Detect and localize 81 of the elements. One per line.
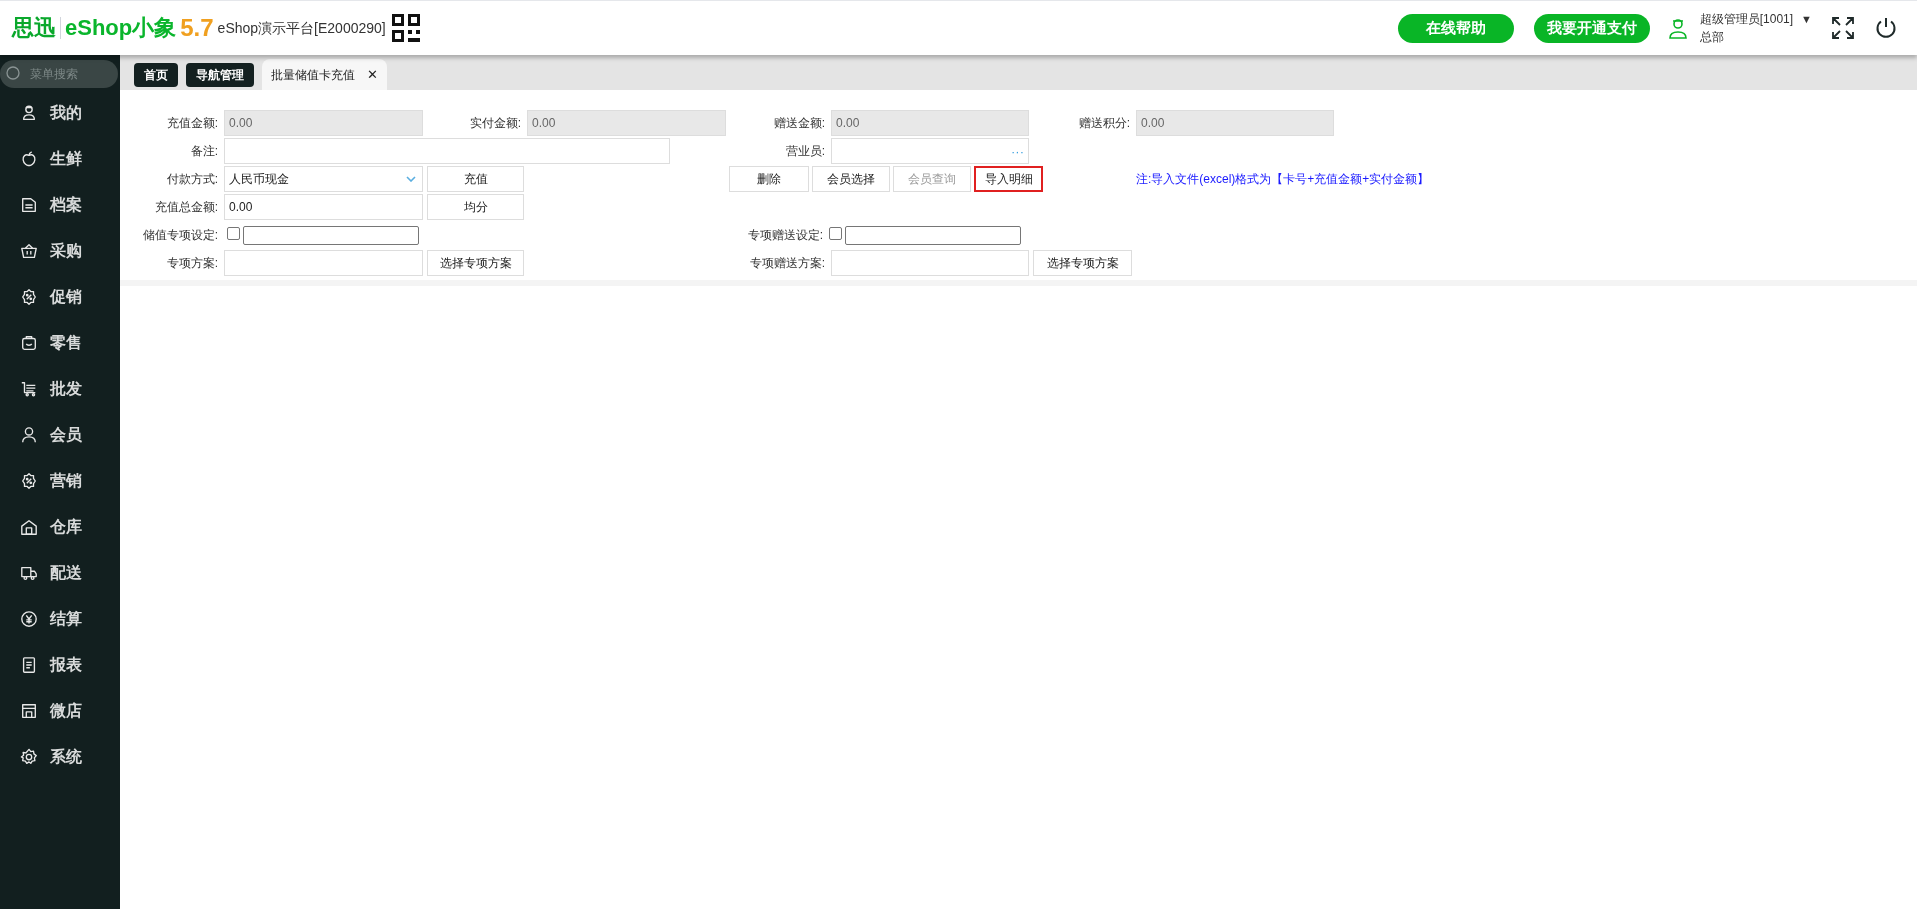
product-logo: eShop小象 — [64, 17, 177, 39]
user-icon — [20, 426, 38, 444]
close-icon[interactable]: ✕ — [367, 64, 378, 85]
menu-item[interactable]: 采购 — [0, 228, 120, 274]
field-label: 专项赠送方案: — [748, 255, 826, 272]
yen-icon — [20, 610, 38, 628]
readonly-field: 0.00 — [224, 110, 423, 136]
discount-icon — [20, 288, 38, 306]
field-label: 充值金额: — [165, 115, 219, 132]
menu-item[interactable]: 仓库 — [0, 504, 120, 550]
payment-method-select[interactable]: 人民币现金 — [224, 166, 423, 192]
total-amount-field[interactable]: 0.00 — [224, 194, 423, 220]
checkbox[interactable] — [227, 226, 240, 240]
field-label: 营业员: — [784, 143, 826, 160]
menu-item[interactable]: 配送 — [0, 550, 120, 596]
bag-icon — [20, 334, 38, 352]
shop-icon — [20, 702, 38, 720]
field-label: 储值专项设定: — [141, 227, 219, 244]
field-label: 备注: — [189, 143, 219, 160]
form-button[interactable]: 选择专项方案 — [427, 250, 524, 276]
fullscreen-icon[interactable] — [1832, 17, 1854, 39]
power-icon[interactable] — [1875, 17, 1897, 39]
field-label: 付款方式: — [165, 171, 219, 188]
checkbox[interactable] — [829, 226, 842, 240]
menu-item[interactable]: 批发 — [0, 366, 120, 412]
field-label: 专项赠送设定: — [746, 227, 824, 244]
menu-item[interactable]: 报表 — [0, 642, 120, 688]
field-label: 专项方案: — [165, 255, 219, 272]
tab[interactable]: 导航管理 — [186, 63, 254, 87]
truck-icon — [20, 564, 38, 582]
menu-item[interactable]: 生鲜 — [0, 136, 120, 182]
chevron-down-icon — [406, 176, 416, 182]
menu-item[interactable]: 结算 — [0, 596, 120, 642]
input-field[interactable] — [243, 225, 419, 245]
form-button[interactable]: 会员选择 — [812, 166, 890, 192]
document-icon — [20, 656, 38, 674]
tab[interactable]: 首页 — [134, 63, 178, 87]
import-note: 注:导入文件(excel)格式为【卡号+充值金额+实付金额】 — [1136, 171, 1430, 188]
input-field[interactable] — [845, 225, 1021, 245]
form-button[interactable]: 充值 — [427, 166, 524, 192]
menu-item[interactable]: 营销 — [0, 458, 120, 504]
brand-logo: 思迅 — [12, 17, 61, 39]
document-icon — [20, 196, 38, 214]
menu-search-field[interactable]: 菜单搜索 — [0, 60, 118, 88]
readonly-field: 0.00 — [1136, 110, 1334, 136]
field-label: 赠送金额: — [772, 115, 826, 132]
field-label: 充值总金额: — [153, 199, 219, 216]
form-button[interactable]: 删除 — [729, 166, 809, 192]
plan-field[interactable] — [224, 250, 423, 276]
organization-name: 总部 — [1699, 29, 1725, 46]
tab[interactable]: 批量储值卡充值 ✕ — [262, 59, 387, 90]
user-avatar-icon — [1667, 17, 1688, 39]
field-label: 实付金额: — [468, 115, 522, 132]
remark-field[interactable] — [224, 138, 670, 164]
menu-item[interactable]: 档案 — [0, 182, 120, 228]
plan-field[interactable] — [831, 250, 1029, 276]
form-button[interactable]: 导入明细 — [974, 166, 1043, 192]
form-button[interactable]: 均分 — [427, 194, 524, 220]
discount-icon — [20, 472, 38, 490]
menu-item[interactable]: 会员 — [0, 412, 120, 458]
menu-item[interactable]: 我的 — [0, 90, 120, 136]
basket-icon — [20, 242, 38, 260]
readonly-field: 0.00 — [527, 110, 726, 136]
version-number: 5.7 — [180, 16, 214, 40]
menu-item[interactable]: 微店 — [0, 688, 120, 734]
cart-icon — [20, 380, 38, 398]
readonly-field: 0.00 — [831, 110, 1029, 136]
form-button[interactable]: 选择专项方案 — [1033, 250, 1132, 276]
settings-icon — [20, 748, 38, 766]
menu-item[interactable]: 促销 — [0, 274, 120, 320]
qr-code-icon[interactable] — [391, 14, 420, 42]
platform-name: eShop演示平台[E2000290] — [217, 18, 386, 38]
field-label: 赠送积分: — [1077, 115, 1131, 132]
apple-icon — [20, 150, 38, 168]
person-icon — [20, 104, 38, 122]
house-icon — [20, 518, 38, 536]
menu-item[interactable]: 系统 — [0, 734, 120, 780]
dropdown-arrow[interactable]: ▼ — [1801, 10, 1812, 28]
user-name[interactable]: 超级管理员[1001] — [1699, 10, 1794, 28]
menu-item[interactable]: 零售 — [0, 320, 120, 366]
search-icon — [6, 66, 21, 81]
